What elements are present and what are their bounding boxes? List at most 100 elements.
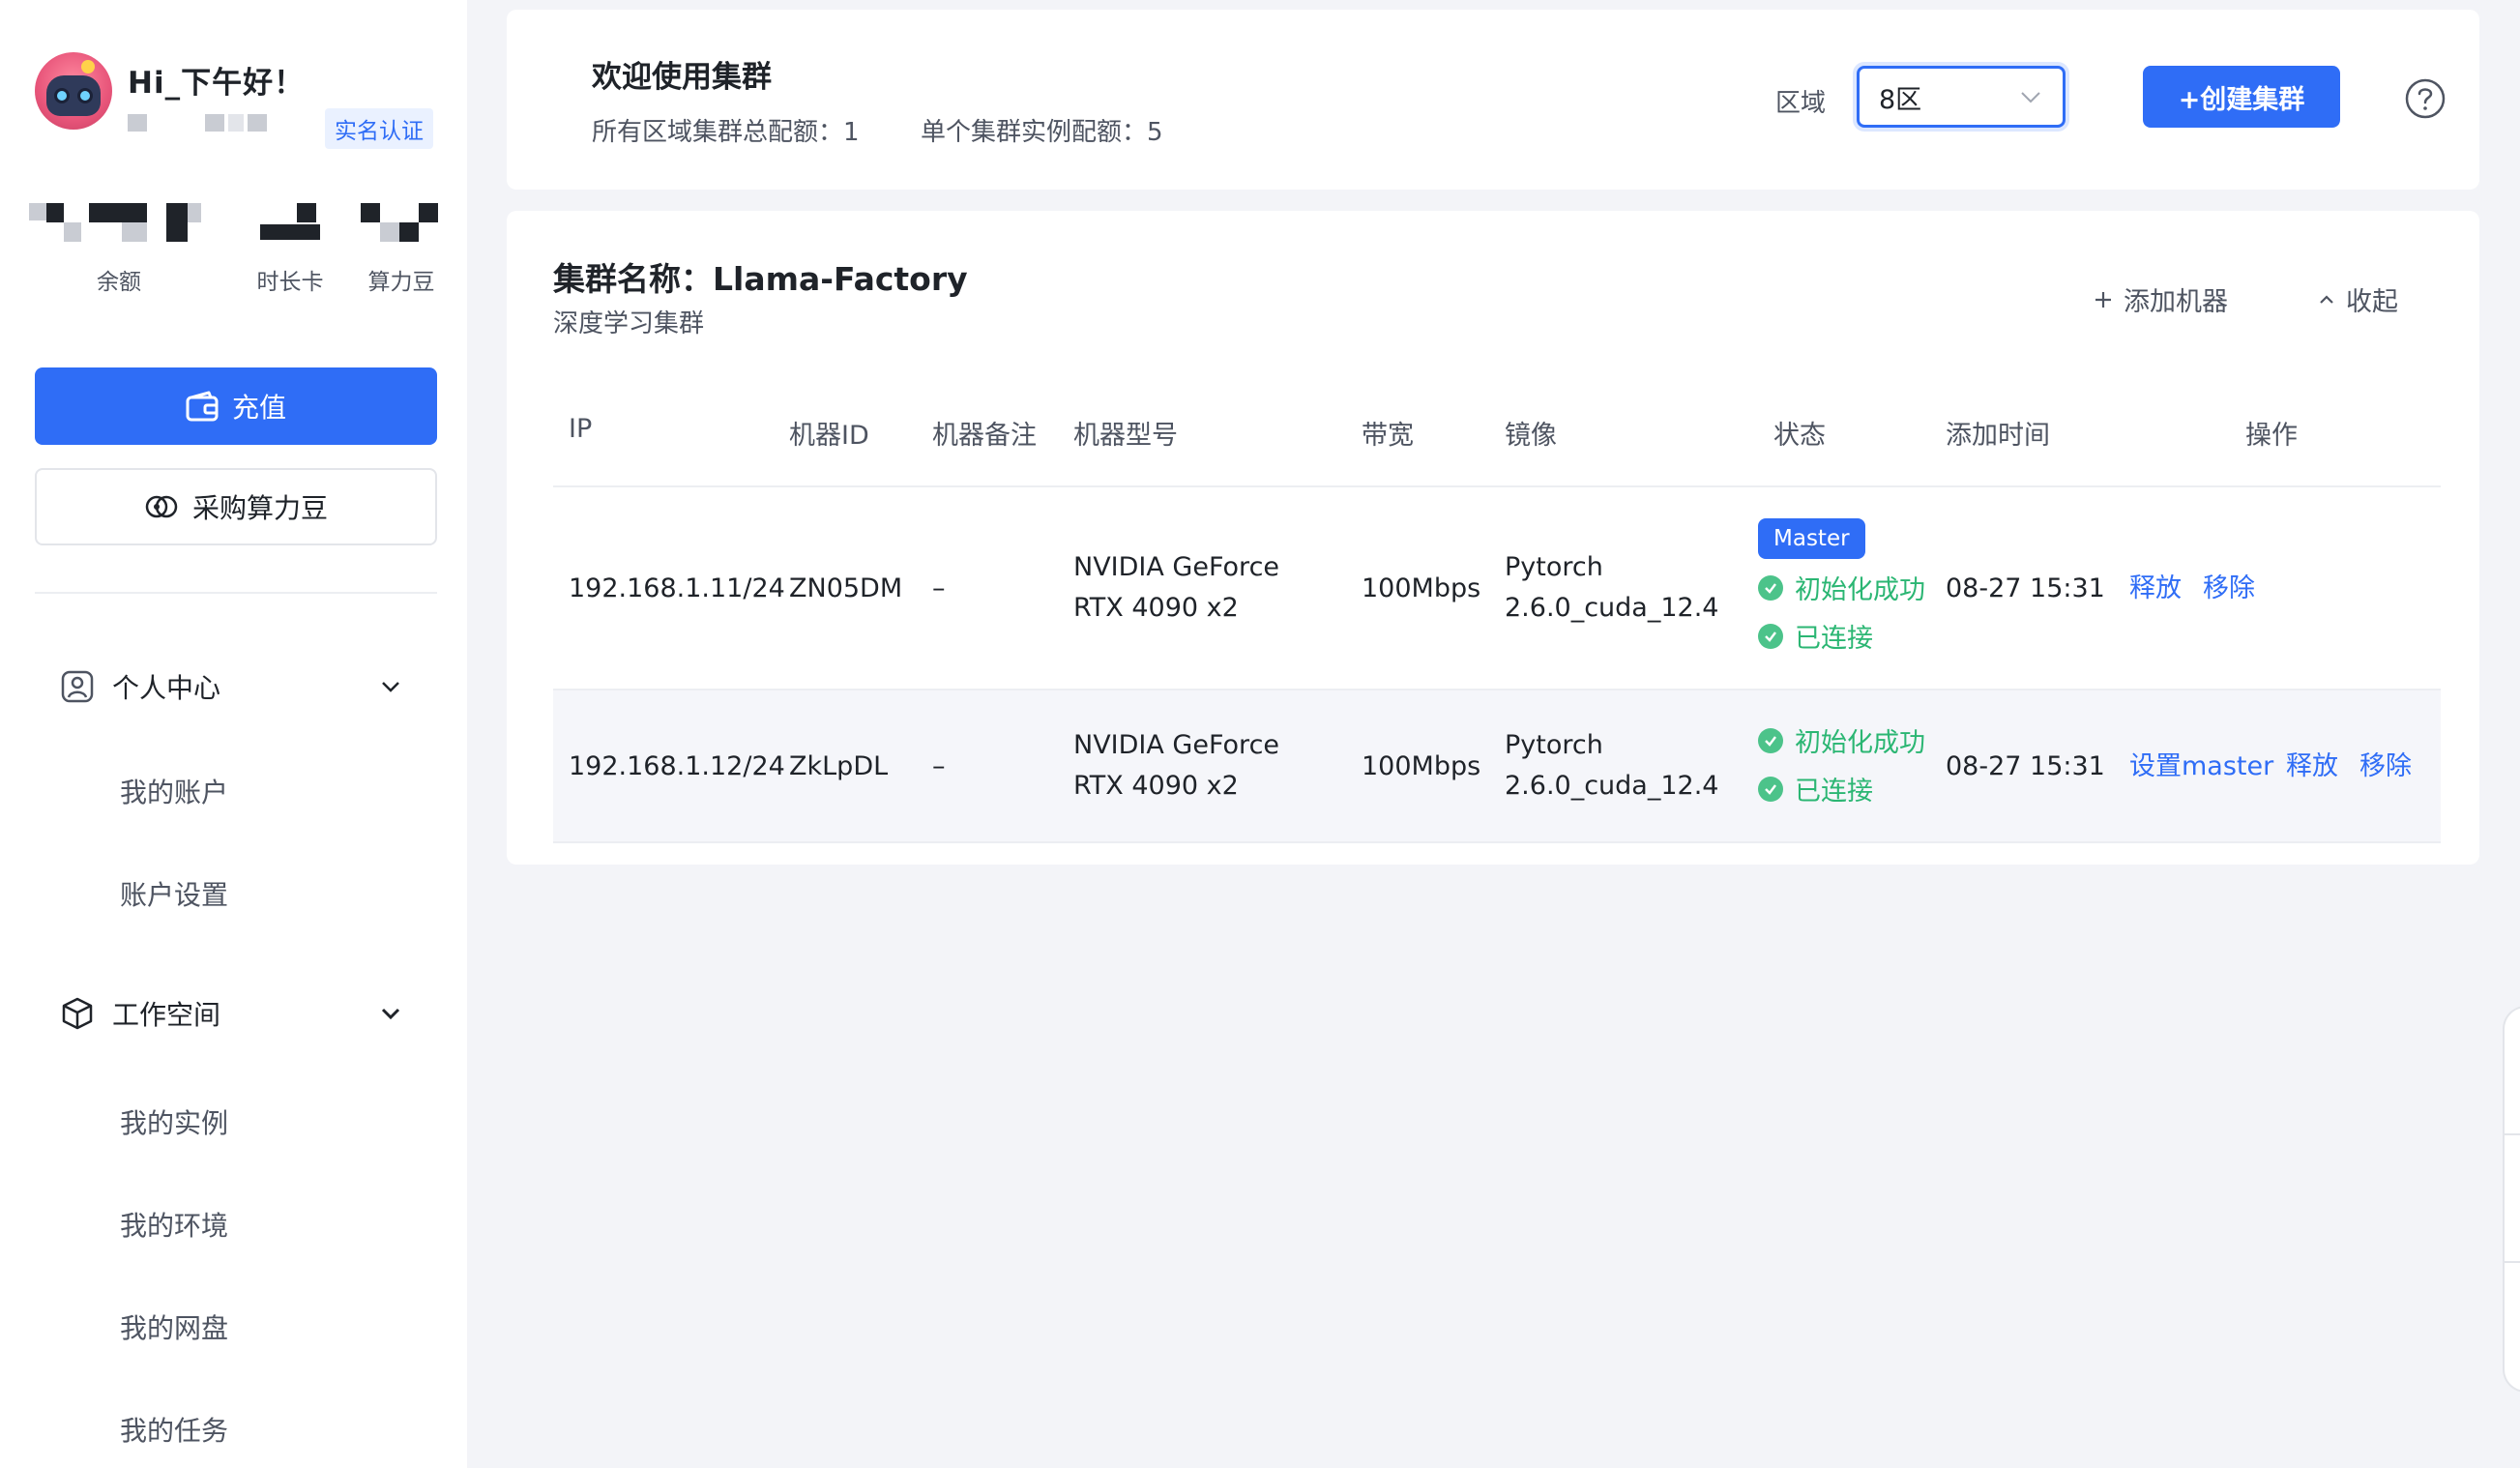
wallet-icon bbox=[186, 391, 219, 422]
cell-model-line1: NVIDIA GeForce bbox=[1073, 730, 1280, 760]
sidebar-item-my-account[interactable]: 我的账户 bbox=[120, 772, 228, 810]
chevron-down-icon bbox=[381, 1008, 400, 1020]
status-initialized: 初始化成功 bbox=[1758, 721, 1925, 759]
avatar[interactable] bbox=[35, 52, 112, 130]
cell-machine-id: ZkLpDL bbox=[789, 751, 889, 781]
cluster-card: 集群名称：Llama-Factory 深度学习集群 添加机器 收起 IP 机器I… bbox=[507, 211, 2479, 865]
nav-group-label: 工作空间 bbox=[112, 999, 221, 1031]
cube-icon bbox=[58, 994, 97, 1033]
cell-added-time: 08-27 15:31 bbox=[1946, 573, 2105, 603]
balance-label: 余额 bbox=[97, 270, 141, 295]
column-header-actions: 操作 bbox=[2245, 421, 2298, 451]
cell-image-line1: Pytorch bbox=[1505, 730, 1603, 760]
compute-bean-label: 算力豆 bbox=[367, 270, 435, 295]
page-title: 欢迎使用集群 bbox=[592, 60, 772, 95]
cluster-welcome-header: 欢迎使用集群 所有区域集群总配额：1 单个集群实例配额：5 区域 8区 +创建集… bbox=[507, 10, 2479, 190]
check-circle-icon bbox=[1758, 623, 1783, 649]
cell-ip: 192.168.1.11/24 bbox=[569, 573, 785, 603]
check-circle-icon bbox=[1758, 776, 1783, 802]
masked-time-card bbox=[256, 203, 324, 242]
add-machine-button[interactable]: 添加机器 bbox=[2093, 280, 2228, 318]
table-row: 192.168.1.11/24 ZN05DM – NVIDIA GeForce … bbox=[553, 487, 2441, 690]
recharge-label: 充值 bbox=[231, 392, 286, 424]
balance-stat: 余额 bbox=[29, 203, 209, 296]
quota-total: 所有区域集群总配额：1 bbox=[592, 118, 860, 147]
chevron-down-icon bbox=[2021, 92, 2040, 103]
status-connected: 已连接 bbox=[1758, 617, 1873, 655]
machine-table: IP 机器ID 机器备注 机器型号 带宽 镜像 状态 添加时间 操作 192.1… bbox=[553, 369, 2441, 843]
release-button[interactable]: 释放 bbox=[2286, 747, 2338, 787]
cell-model-line2: RTX 4090 x2 bbox=[1073, 593, 1239, 623]
cell-model-line1: NVIDIA GeForce bbox=[1073, 552, 1280, 582]
column-header-machine-id: 机器ID bbox=[789, 421, 869, 451]
chevron-up-icon bbox=[2320, 294, 2333, 304]
column-header-image: 镜像 bbox=[1505, 421, 1557, 451]
status-initialized: 初始化成功 bbox=[1758, 569, 1925, 606]
masked-balance bbox=[29, 203, 209, 242]
sidebar-item-my-environments[interactable]: 我的环境 bbox=[120, 1205, 228, 1244]
greeting: Hi_下午好！ bbox=[128, 66, 306, 101]
nav-group-personal-center[interactable]: 个人中心 bbox=[35, 658, 437, 716]
release-button[interactable]: 释放 bbox=[2129, 569, 2182, 609]
masked-username bbox=[128, 112, 292, 133]
plus-icon bbox=[2095, 291, 2111, 308]
quota-single: 单个集群实例配额：5 bbox=[921, 118, 1163, 147]
verify-badge[interactable]: 实名认证 bbox=[325, 108, 433, 149]
status-initialized-label: 初始化成功 bbox=[1795, 728, 1925, 758]
cell-note: – bbox=[932, 751, 946, 781]
region-label: 区域 bbox=[1775, 89, 1827, 118]
check-circle-icon bbox=[1758, 574, 1783, 601]
sidebar-item-my-instances[interactable]: 我的实例 bbox=[120, 1102, 228, 1141]
create-cluster-button[interactable]: +创建集群 bbox=[2143, 66, 2340, 128]
cell-bandwidth: 100Mbps bbox=[1362, 573, 1481, 603]
sidebar-item-account-settings[interactable]: 账户设置 bbox=[120, 874, 228, 913]
help-icon[interactable] bbox=[2404, 77, 2447, 120]
cell-image-line2: 2.6.0_cuda_12.4 bbox=[1505, 771, 1719, 801]
column-header-status: 状态 bbox=[1773, 421, 1826, 451]
nav-group-workspace[interactable]: 工作空间 bbox=[35, 984, 437, 1042]
chevron-down-icon bbox=[382, 682, 399, 692]
table-row: 192.168.1.12/24 ZkLpDL – NVIDIA GeForce … bbox=[553, 690, 2441, 843]
coins-icon bbox=[145, 495, 178, 518]
remove-button[interactable]: 移除 bbox=[2203, 569, 2255, 609]
status-connected: 已连接 bbox=[1758, 770, 1873, 807]
cluster-type: 深度学习集群 bbox=[553, 309, 705, 338]
recharge-button[interactable]: 充值 bbox=[35, 367, 437, 445]
table-header: IP 机器ID 机器备注 机器型号 带宽 镜像 状态 添加时间 操作 bbox=[553, 369, 2441, 487]
collapse-label: 收起 bbox=[2346, 287, 2398, 317]
add-machine-label: 添加机器 bbox=[2124, 287, 2228, 317]
compute-bean-stat: 算力豆 bbox=[348, 203, 454, 296]
column-header-ip: IP bbox=[569, 414, 593, 444]
set-master-button[interactable]: 设置master bbox=[2129, 747, 2273, 787]
account-stats: 余额 时长卡 算力豆 bbox=[29, 203, 445, 300]
column-header-added-time: 添加时间 bbox=[1946, 421, 2050, 451]
sidebar-item-my-tasks[interactable]: 我的任务 bbox=[120, 1410, 228, 1449]
cell-image-line2: 2.6.0_cuda_12.4 bbox=[1505, 593, 1719, 623]
collapse-button[interactable]: 收起 bbox=[2317, 280, 2398, 318]
sidebar-item-my-netdisk[interactable]: 我的网盘 bbox=[120, 1307, 228, 1346]
time-card-label: 时长卡 bbox=[256, 270, 324, 295]
region-select[interactable]: 8区 bbox=[1857, 66, 2066, 128]
column-header-bandwidth: 带宽 bbox=[1362, 421, 1414, 451]
check-circle-icon bbox=[1758, 727, 1783, 753]
cluster-name: 集群名称：Llama-Factory bbox=[553, 260, 968, 298]
cell-note: – bbox=[932, 573, 946, 603]
cell-model-line2: RTX 4090 x2 bbox=[1073, 771, 1239, 801]
masked-compute-beans bbox=[361, 203, 442, 242]
remove-button[interactable]: 移除 bbox=[2359, 747, 2412, 787]
cell-machine-id: ZN05DM bbox=[789, 573, 903, 603]
status-connected-label: 已连接 bbox=[1795, 777, 1873, 807]
buy-beans-label: 采购算力豆 bbox=[191, 492, 328, 524]
time-card-stat: 时长卡 bbox=[232, 203, 348, 296]
sidebar-divider bbox=[35, 592, 437, 594]
floating-side-panel[interactable] bbox=[2503, 1006, 2520, 1393]
user-icon bbox=[58, 667, 97, 706]
column-header-note: 机器备注 bbox=[932, 421, 1037, 451]
cell-bandwidth: 100Mbps bbox=[1362, 751, 1481, 781]
cell-ip: 192.168.1.12/24 bbox=[569, 751, 785, 781]
status-connected-label: 已连接 bbox=[1795, 624, 1873, 654]
buy-compute-beans-button[interactable]: 采购算力豆 bbox=[35, 468, 437, 545]
nav-group-label: 个人中心 bbox=[112, 672, 221, 704]
column-header-model: 机器型号 bbox=[1073, 421, 1178, 451]
cell-image-line1: Pytorch bbox=[1505, 552, 1603, 582]
